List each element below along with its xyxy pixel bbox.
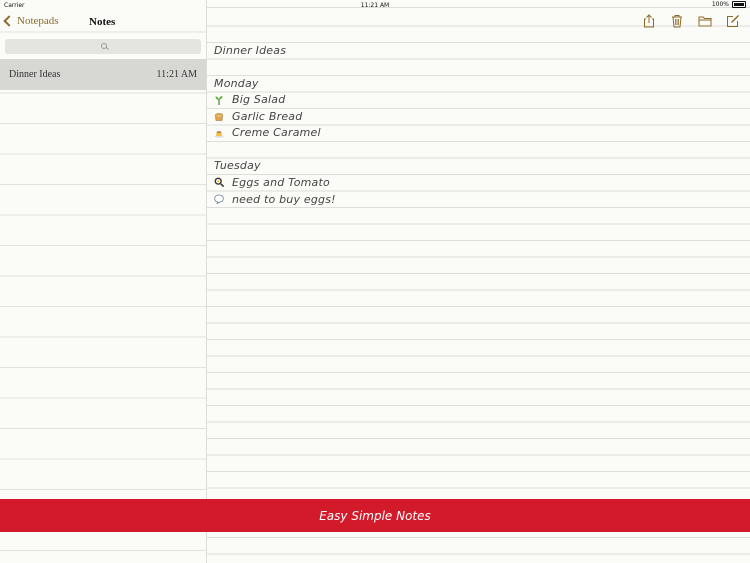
editor-toolbar (642, 14, 740, 28)
search-field[interactable] (5, 39, 201, 54)
note-list-item[interactable]: Dinner Ideas 11:21 AM (0, 59, 206, 90)
back-label: Notepads (17, 15, 59, 27)
custard-icon (214, 131, 224, 138)
sprout-icon (215, 96, 223, 105)
folder-icon[interactable] (698, 14, 712, 28)
sidebar-title: Notes (89, 16, 116, 28)
notes-sidebar: Notepads Notes Dinner Ideas 11:21 AM (0, 0, 207, 563)
banner-text: Easy Simple Notes (319, 508, 431, 523)
note-line: Garlic Bread (232, 110, 303, 123)
frying-pan-icon (214, 177, 224, 187)
back-button[interactable]: Notepads (3, 15, 59, 27)
battery-percent: 100% (711, 1, 729, 8)
note-time: 11:21 AM (156, 69, 197, 80)
day-heading: Tuesday (214, 159, 261, 172)
share-icon[interactable] (642, 14, 656, 28)
trash-icon[interactable] (670, 14, 684, 28)
bread-icon (215, 113, 223, 121)
note-editor[interactable] (207, 0, 750, 563)
note-line: Creme Caramel (232, 126, 321, 139)
search-icon (101, 43, 107, 49)
note-title: Dinner Ideas (9, 69, 61, 80)
battery-status: 100% (712, 1, 746, 8)
note-heading: Dinner Ideas (214, 44, 287, 57)
note-line: need to buy eggs! (232, 193, 336, 206)
note-line: Big Salad (232, 93, 286, 106)
battery-icon (732, 1, 746, 8)
speech-bubble-icon (214, 194, 224, 204)
day-heading: Monday (214, 77, 259, 90)
chevron-left-icon (3, 15, 15, 27)
compose-icon[interactable] (726, 14, 740, 28)
note-line: Eggs and Tomato (232, 176, 330, 189)
clock: 11:21 AM (360, 2, 390, 9)
status-bar: Carrier 11:21 AM 100% (0, 0, 750, 12)
promo-banner: Easy Simple Notes (0, 499, 750, 532)
